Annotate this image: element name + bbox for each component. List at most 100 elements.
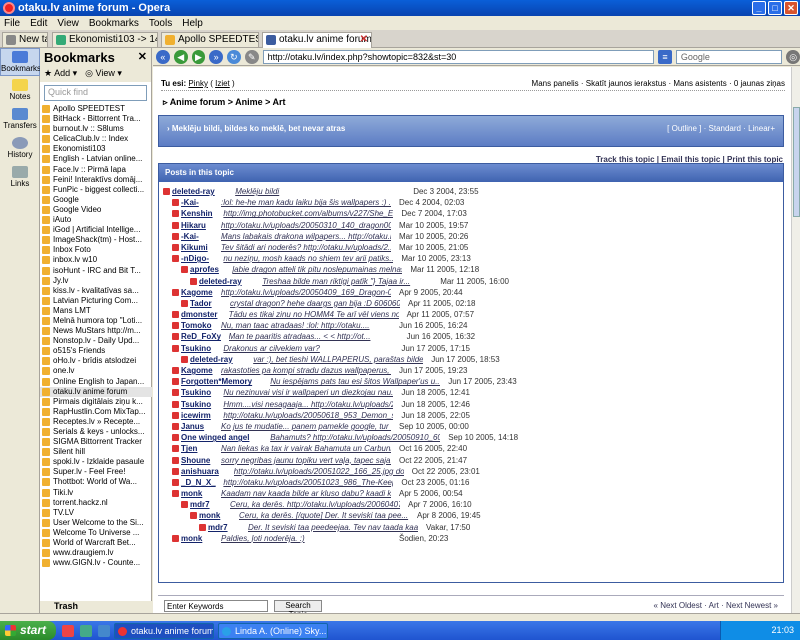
bookmark-item[interactable]: Jy.lv [40,276,152,286]
menu-help[interactable]: Help [182,18,203,29]
bookmark-item[interactable]: torrent.hackz.nl [40,498,152,508]
bookmark-item[interactable]: World of Warcraft Bet... [40,538,152,548]
post-row[interactable]: deleted-ray Meklēju bildi Dec 3 2004, 23:5… [163,186,781,197]
post-preview[interactable]: ļabie dragon atteli tik pitu noslepumain… [232,264,402,275]
bookmark-item[interactable]: www.GIGN.lv - Counte... [40,558,152,568]
post-row[interactable]: Tjen Nan liekas ka tax ir vairak Bahamuta… [163,443,781,454]
post-author[interactable]: anishuara [181,466,219,477]
post-preview[interactable]: Tādu es tikai zinu no HOMM4 Te arī vēl v… [229,309,399,320]
add-bookmark-button[interactable]: ★ Add ▾ [44,68,77,80]
post-preview[interactable]: Man te paaritis atradaas... < < http://o… [229,331,399,342]
bookmark-item[interactable]: Receptes.lv » Recepte... [40,417,152,427]
post-preview[interactable]: Bahamuts? http://otaku.lv/uploads/200509… [270,432,440,443]
post-preview[interactable]: http://otaku.lv/uploads/20051023_986_The… [223,477,393,488]
post-row[interactable]: monk Kaadam nav kaada bilde ar kluso dabu… [163,488,781,499]
post-author[interactable]: Tador [190,298,212,309]
post-preview[interactable]: Hmm....visi nesagaaja... http://otaku.lv… [223,399,393,410]
post-preview[interactable]: crystal dragon? hehe daargs gan bija :D … [230,298,400,309]
google-search-input[interactable]: Google [675,49,783,64]
bookmark-item[interactable]: inbox.lv w10 [40,255,152,265]
post-author[interactable]: deleted-ray [190,354,233,365]
post-preview[interactable]: Treshaa bilde man riktigi patīk "} Tajaa… [262,276,432,287]
bookmark-item[interactable]: Inbox Foto [40,245,152,255]
bookmark-item[interactable]: one.lv [40,366,152,376]
bookmark-item[interactable]: Ekonomisti103 [40,144,152,154]
tab-otaku[interactable]: otaku.lv anime forum ✕ [262,32,372,48]
post-author[interactable]: Kagome [181,365,213,376]
post-row[interactable]: Tsukino Nu nezinuvai visi ir wallpaperi u… [163,387,781,398]
opera-quicklaunch-icon[interactable] [62,624,74,637]
bookmark-item[interactable]: RapHustlin.Com MixTap... [40,407,152,417]
bookmark-item[interactable]: Thottbot: World of Wa... [40,477,152,487]
rss-icon[interactable]: ≡ [658,49,672,64]
bookmark-item[interactable]: Mans LMT [40,306,152,316]
view-button[interactable]: ◎ View ▾ [85,68,122,80]
post-row[interactable]: monk Ceru, ka derēs. [/quote] Der. It sev… [163,510,781,521]
user-name-link[interactable]: Pinky [188,79,208,88]
post-preview[interactable]: Drakonus ar cilvekiem var? [223,343,393,354]
post-preview[interactable]: http://img.photobucket.com/albums/v227/S… [223,208,393,219]
bookmark-item[interactable]: User Welcome to the Si... [40,518,152,528]
post-row[interactable]: Kagome http://otaku.lv/uploads/20050409_1… [163,287,781,298]
post-row[interactable]: Kagome rakastoties pa kompi stradu dazus … [163,365,781,376]
topic-pager[interactable]: « Next Oldest · Art · Next Newest » [654,601,778,610]
post-row[interactable]: Kenshin http://img.photobucket.com/albums… [163,208,781,219]
maximize-button[interactable]: □ [768,1,782,15]
post-row[interactable]: -Kai- Mans labakais drakona wilpapers... … [163,231,781,242]
panel-notes[interactable]: Notes [0,77,40,105]
bookmark-item[interactable]: burnout.lv :: S8lums [40,124,152,134]
close-window-button[interactable]: ✕ [784,1,798,15]
post-preview[interactable]: :lol: he-he man kadu laiku bija šis wall… [221,197,391,208]
task-opera[interactable]: otaku.lv anime forum... [114,622,214,639]
bookmark-item[interactable]: Face.lv :: Pirmā lapa [40,165,152,175]
panel-links[interactable]: Links [0,164,40,192]
post-preview[interactable]: Nu, man taac atradaas! :lol: http://otak… [221,320,391,331]
post-author[interactable]: Forgotten*Memory [181,376,252,387]
forward-icon[interactable]: ▶ [191,49,206,64]
tab-ekonomisti[interactable]: Ekonomisti103 -> 14. Ap... [52,32,158,47]
post-preview[interactable]: http://otaku.lv/uploads/20050618_953_Dem… [223,410,393,421]
bookmark-item[interactable]: o515's Friends [40,346,152,356]
bookmark-item[interactable]: Google [40,195,152,205]
post-author[interactable]: dmonster [181,309,217,320]
post-author[interactable]: Janus [181,421,204,432]
post-preview[interactable]: http://otaku.lv/uploads/20051022_166_25.… [234,466,404,477]
post-author[interactable]: Tomoko [181,320,212,331]
post-row[interactable]: Janus Ko jus te mudatie... panem pamekle … [163,421,781,432]
post-preview[interactable]: nu neziņu, mosh kaads no shiem tev arii … [223,253,393,264]
post-row[interactable]: deleted-ray var :), bet tieshi WALLPAPERU… [163,354,781,365]
post-author[interactable]: icewirm [181,410,211,421]
bookmark-item[interactable]: Tiki.lv [40,488,152,498]
post-preview[interactable]: Ceru, ka derēs. http://otaku.lv/uploads/… [230,499,400,510]
post-row[interactable]: anishuara http://otaku.lv/uploads/2005102… [163,466,781,477]
post-author[interactable]: Kenshin [181,208,213,219]
bookmark-item[interactable]: isoHunt - IRC and Bit T... [40,266,152,276]
tab-apollo[interactable]: Apollo SPEEDTEST [161,32,259,47]
panel-transfers[interactable]: Transfers [0,106,40,134]
back-icon[interactable]: ◀ [173,49,188,64]
post-preview[interactable]: var :), bet tieshi WALLPAPERUS, paraštas… [253,354,423,365]
post-row[interactable]: mdr7 Ceru, ka derēs. http://otaku.lv/uplo… [163,499,781,510]
post-row[interactable]: dmonster Tādu es tikai zinu no HOMM4 Te a… [163,309,781,320]
post-preview[interactable]: sorry negribas jaunu topiku vert vaļa, t… [221,455,391,466]
post-preview[interactable]: Tev šitādi ari noderēs? http://otaku.lv/… [221,242,391,253]
post-row[interactable]: Shoune sorry negribas jaunu topiku vert v… [163,455,781,466]
vertical-scrollbar[interactable] [791,67,800,613]
address-field[interactable]: http://otaku.lv/index.php?showtopic=832&… [262,49,655,64]
bookmark-item[interactable]: Google Video [40,205,152,215]
close-panel-icon[interactable]: ✕ [138,50,147,63]
bookmark-item[interactable]: BitHack - Bittorrent Tra... [40,114,152,124]
bookmark-item[interactable]: Pirmais digitālais ziņu k... [40,397,152,407]
post-preview[interactable]: Nu nezinuvai visi ir wallpaperi un diezk… [223,387,393,398]
post-preview[interactable]: Kaadam nav kaada bilde ar kluso dabu? ka… [221,488,391,499]
bookmark-item[interactable]: News MuStars http://m... [40,326,152,336]
bookmark-item[interactable]: Online English to Japan... [40,377,152,387]
post-author[interactable]: _D_N_X_ [181,477,216,488]
breadcrumb[interactable]: ▹ Anime forum > Anime > Art [163,97,286,108]
bookmark-item[interactable]: oHo.lv - brīdis atslodzei [40,356,152,366]
bookmark-item[interactable]: ImageShack(tm) - Host... [40,235,152,245]
post-row[interactable]: Tsukino Drakonus ar cilvekiem var? Jun 17 … [163,343,781,354]
bookmark-item[interactable]: SIGMA Bittorrent Tracker [40,437,152,447]
post-preview[interactable]: Ko jus te mudatie... panem pamekle googl… [221,421,391,432]
bookmark-item[interactable]: TV.LV [40,508,152,518]
